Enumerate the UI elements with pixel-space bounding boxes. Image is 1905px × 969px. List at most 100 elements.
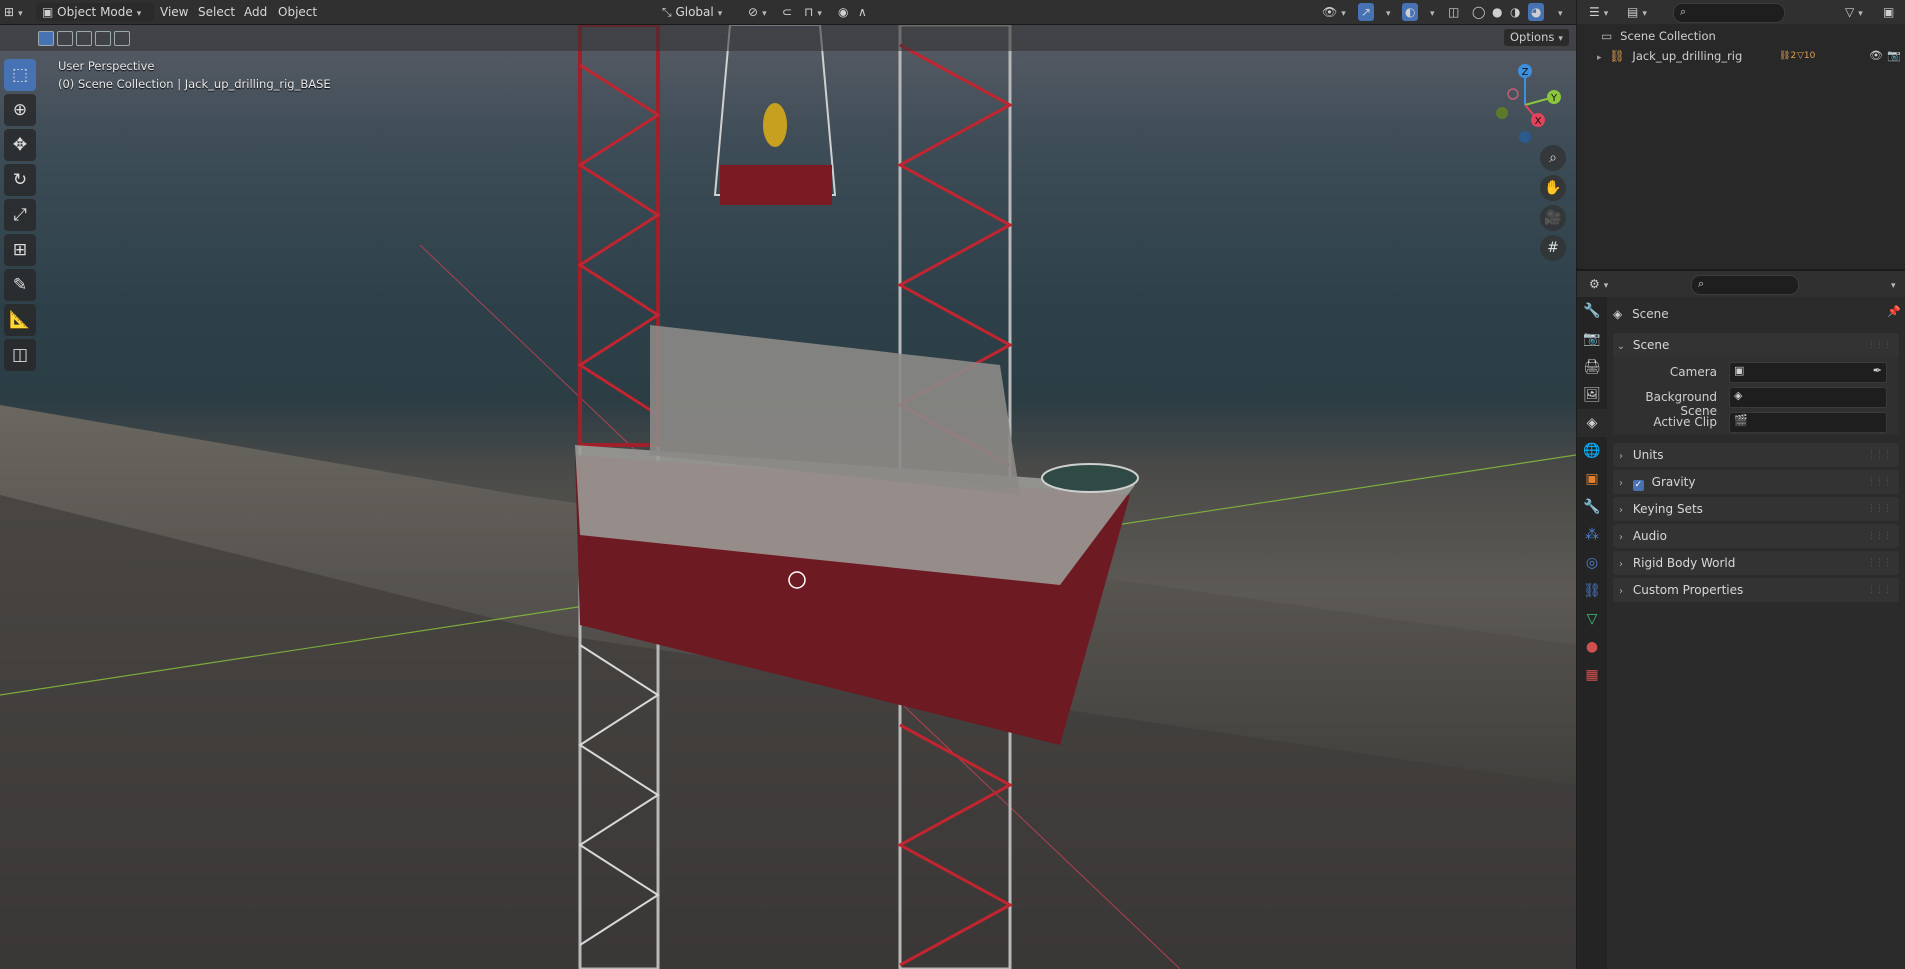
drag-grip-icon[interactable]: ⋮⋮⋮: [1867, 443, 1892, 467]
new-collection-button[interactable]: ▣: [1883, 3, 1894, 21]
menu-select[interactable]: Select: [194, 3, 239, 21]
gizmo-toggle[interactable]: ↗: [1358, 3, 1375, 21]
modifier-icon[interactable]: 🔧: [1577, 493, 1607, 521]
child-badge-mesh[interactable]: ▽10: [1797, 47, 1815, 65]
menu-object[interactable]: Object: [274, 3, 321, 21]
menu-add[interactable]: Add: [240, 3, 271, 21]
grid-icon[interactable]: #: [1540, 235, 1566, 261]
eyedropper-icon[interactable]: ✒: [1873, 364, 1882, 377]
visibility-dropdown[interactable]: 👁 ▾: [1322, 3, 1346, 21]
drag-grip-icon[interactable]: ⋮⋮⋮: [1867, 497, 1892, 521]
rigid-body-world-panel-header[interactable]: › Rigid Body World ⋮⋮⋮: [1613, 551, 1899, 575]
scene-icon[interactable]: ◈: [1577, 409, 1607, 437]
units-panel-header[interactable]: › Units ⋮⋮⋮: [1613, 443, 1899, 467]
select-new-button[interactable]: [38, 31, 54, 46]
output-icon[interactable]: 🖨: [1577, 353, 1607, 381]
properties-tabs: 🔧 📷 🖨 🖼 ◈ 🌐 ▣ 🔧 ⁂ ◎ ⛓ ▽ ● ▦: [1577, 297, 1607, 969]
xray-toggle[interactable]: ◫: [1448, 3, 1459, 21]
gizmo-dropdown[interactable]: ▾: [1382, 3, 1391, 21]
active-clip-field[interactable]: 🎬: [1729, 412, 1887, 433]
expand-arrow-icon: ›: [1619, 532, 1623, 543]
outliner-item[interactable]: ▸ ⛓ Jack_up_drilling_rig ⛓2 ▽10 👁 📷: [1597, 47, 1901, 65]
drag-grip-icon[interactable]: ⋮⋮⋮: [1867, 333, 1892, 357]
mode-dropdown[interactable]: ▣ Object Mode ▾: [36, 3, 154, 21]
select-invert-button[interactable]: [95, 31, 111, 46]
proportional-edit-toggle[interactable]: ◉: [838, 3, 848, 21]
scale-icon[interactable]: ⤢: [4, 199, 36, 231]
menu-view[interactable]: View: [156, 3, 192, 21]
pivot-dropdown[interactable]: ⊘ ▾: [748, 3, 767, 21]
pin-icon[interactable]: 📌: [1887, 305, 1901, 318]
properties-options-dropdown[interactable]: ▾: [1887, 275, 1896, 293]
scene-collection-row[interactable]: ▭ Scene Collection: [1601, 27, 1716, 45]
texture-icon[interactable]: ▦: [1577, 661, 1607, 689]
gravity-panel-header[interactable]: › ✓ Gravity ⋮⋮⋮: [1613, 470, 1899, 494]
display-mode-dropdown[interactable]: ▤ ▾: [1627, 3, 1647, 21]
measure-icon[interactable]: 📐: [4, 304, 36, 336]
orientation-dropdown[interactable]: ⤡ Global ▾: [662, 3, 722, 21]
child-badge-armature[interactable]: ⛓2: [1779, 47, 1796, 65]
context-label: Scene: [1632, 307, 1669, 321]
properties-editor-type[interactable]: ⚙ ▾: [1589, 275, 1608, 293]
shading-rendered[interactable]: ◕: [1528, 3, 1545, 21]
visibility-eye-icon[interactable]: 👁: [1869, 47, 1883, 65]
drag-grip-icon[interactable]: ⋮⋮⋮: [1867, 524, 1892, 548]
world-icon[interactable]: 🌐: [1577, 437, 1607, 465]
overlays-toggle[interactable]: ◐: [1402, 3, 1419, 21]
physics-icon[interactable]: ◎: [1577, 549, 1607, 577]
custom-properties-label: Custom Properties: [1632, 583, 1744, 597]
audio-panel-header[interactable]: › Audio ⋮⋮⋮: [1613, 524, 1899, 548]
cursor-icon[interactable]: ⊕: [4, 94, 36, 126]
object-icon[interactable]: ▣: [1577, 465, 1607, 493]
expand-arrow-icon[interactable]: ▸: [1597, 53, 1602, 63]
rotate-icon[interactable]: ↻: [4, 164, 36, 196]
gravity-checkbox[interactable]: ✓: [1632, 480, 1644, 491]
drag-grip-icon[interactable]: ⋮⋮⋮: [1867, 551, 1892, 575]
outliner-editor-type[interactable]: ☰ ▾: [1589, 3, 1608, 21]
camera-icon[interactable]: 🎥: [1540, 205, 1566, 231]
3d-viewport[interactable]: Options ▾ User Perspective (0) Scene Coll…: [0, 25, 1576, 969]
shading-wireframe[interactable]: ◯: [1472, 3, 1485, 21]
editor-type-button[interactable]: ⊞ ▾: [4, 3, 23, 21]
select-extend-button[interactable]: [57, 31, 73, 46]
background-scene-field[interactable]: ◈: [1729, 387, 1887, 408]
select-intersect-button[interactable]: [114, 31, 130, 46]
custom-properties-panel-header[interactable]: › Custom Properties ⋮⋮⋮: [1613, 578, 1899, 602]
particles-icon[interactable]: ⁂: [1577, 521, 1607, 549]
clip-icon: 🎬: [1734, 414, 1748, 427]
select-subtract-button[interactable]: [76, 31, 92, 46]
drag-grip-icon[interactable]: ⋮⋮⋮: [1867, 470, 1892, 494]
zoom-icon[interactable]: ⌕: [1540, 145, 1566, 171]
add-cube-icon[interactable]: ◫: [4, 339, 36, 371]
transform-icon[interactable]: ⊞: [4, 234, 36, 266]
outliner-search-input[interactable]: ⌕: [1673, 3, 1785, 23]
shading-dropdown[interactable]: ▾: [1554, 3, 1563, 21]
properties-search-input[interactable]: ⌕: [1691, 275, 1799, 295]
annotate-icon[interactable]: ✎: [4, 269, 36, 301]
snap-dropdown[interactable]: ⊓ ▾: [804, 3, 822, 21]
shading-material[interactable]: ◑: [1510, 3, 1520, 21]
render-icon[interactable]: 📷: [1577, 325, 1607, 353]
options-dropdown[interactable]: Options ▾: [1504, 29, 1569, 46]
overlays-dropdown[interactable]: ▾: [1426, 3, 1435, 21]
data-icon[interactable]: ▽: [1577, 605, 1607, 633]
move-icon[interactable]: ✥: [4, 129, 36, 161]
scene-panel-header[interactable]: ⌄ Scene ⋮⋮⋮: [1613, 333, 1899, 357]
falloff-dropdown[interactable]: ∧: [858, 3, 867, 21]
tool-icon[interactable]: 🔧: [1577, 297, 1607, 325]
shading-solid[interactable]: ●: [1492, 3, 1502, 21]
derrick-tower: [713, 25, 837, 205]
hand-icon[interactable]: ✋: [1540, 175, 1566, 201]
keying-sets-panel-header[interactable]: › Keying Sets ⋮⋮⋮: [1613, 497, 1899, 521]
select-box-icon[interactable]: ⬚: [4, 59, 36, 91]
navigation-gizmo[interactable]: Z Y X: [1480, 55, 1570, 145]
constraints-icon[interactable]: ⛓: [1577, 577, 1607, 605]
snap-toggle[interactable]: ⊂: [782, 3, 792, 21]
right-editors: ☰ ▾ ▤ ▾ ⌕ ▽ ▾ ▣ ▭ Scene Collection ▸ ⛓ Jack…: [1577, 0, 1905, 969]
view-layer-icon[interactable]: 🖼: [1577, 381, 1607, 409]
drag-grip-icon[interactable]: ⋮⋮⋮: [1867, 578, 1892, 602]
material-icon[interactable]: ●: [1577, 633, 1607, 661]
filter-dropdown[interactable]: ▽ ▾: [1845, 3, 1863, 21]
camera-field[interactable]: ▣ ✒: [1729, 362, 1887, 383]
render-camera-icon[interactable]: 📷: [1887, 47, 1901, 65]
